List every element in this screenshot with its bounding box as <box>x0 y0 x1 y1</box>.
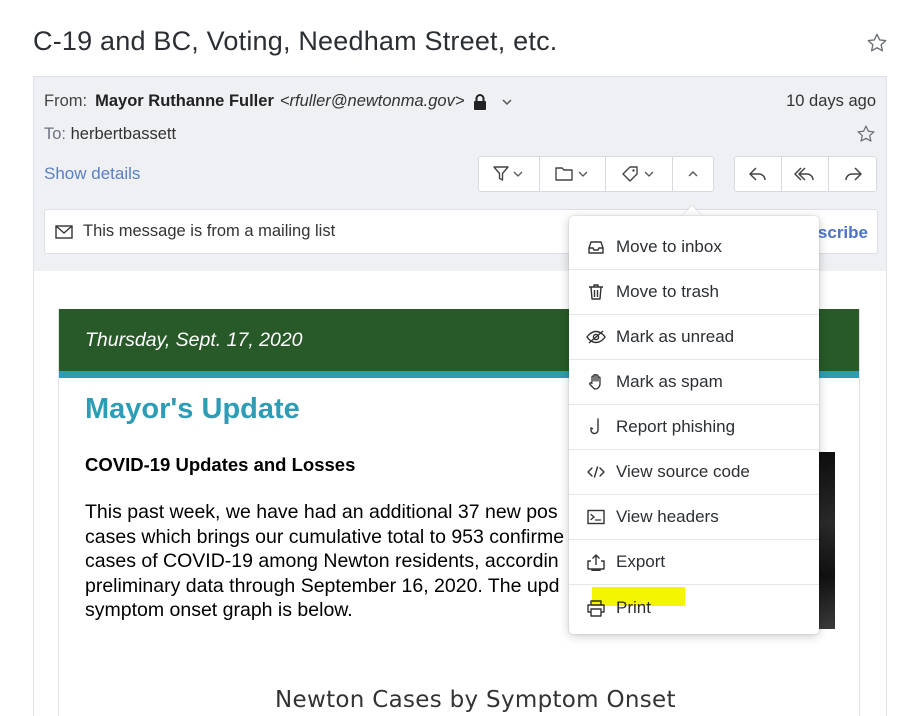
more-actions-button[interactable] <box>673 157 713 191</box>
menu-item-label: Move to inbox <box>616 237 722 256</box>
star-icon[interactable] <box>866 32 888 54</box>
paragraph-line: preliminary data through September 16, 2… <box>85 574 560 597</box>
recipient[interactable]: herbertbassett <box>71 125 176 143</box>
export-icon <box>586 552 606 572</box>
menu-item-mark-as-unread[interactable]: Mark as unread <box>569 315 819 360</box>
message-date: 10 days ago <box>786 92 876 110</box>
menu-item-label: View headers <box>616 507 719 526</box>
eye-slash-icon <box>586 327 606 347</box>
banner-date: Thursday, Sept. 17, 2020 <box>85 329 303 351</box>
to-row: To: herbertbassett <box>44 125 176 144</box>
menu-item-label: Mark as unread <box>616 327 735 346</box>
from-row: From: Mayor Ruthanne Fuller <rfuller@new… <box>44 92 514 111</box>
tag-icon <box>622 166 654 182</box>
from-label: From: <box>44 92 88 110</box>
hook-icon <box>586 417 606 437</box>
filter-button[interactable] <box>479 157 541 191</box>
move-to-folder-button[interactable] <box>540 157 606 191</box>
chevron-down-icon[interactable] <box>500 95 514 109</box>
inbox-icon <box>586 237 606 257</box>
envelope-icon <box>55 224 73 239</box>
menu-item-label: Export <box>616 552 666 571</box>
body-paragraph: This past week, we have had an additiona… <box>85 500 575 623</box>
newsletter-title: Mayor's Update <box>85 393 300 425</box>
show-details-link[interactable]: Show details <box>44 164 140 184</box>
unsubscribe-link[interactable]: scribe <box>818 223 868 243</box>
terminal-icon <box>586 507 606 527</box>
to-label: To: <box>44 125 67 143</box>
sender-name[interactable]: Mayor Ruthanne Fuller <box>95 92 274 111</box>
reply-all-button[interactable] <box>782 157 829 191</box>
tag-button[interactable] <box>606 157 674 191</box>
forward-icon <box>844 167 862 181</box>
paragraph-line: symptom onset graph is below. <box>85 599 353 621</box>
menu-item-mark-as-spam[interactable]: Mark as spam <box>569 360 819 405</box>
menu-item-label: View source code <box>616 462 750 481</box>
newsletter-image <box>819 452 835 629</box>
more-actions-menu: Move to inbox Move to trash Mark as unre… <box>569 216 819 634</box>
section-heading: COVID-19 Updates and Losses <box>85 454 356 475</box>
code-icon <box>586 462 606 482</box>
mailing-list-message: This message is from a mailing list <box>83 222 336 240</box>
trash-icon <box>586 282 606 302</box>
graph-title: Newton Cases by Symptom Onset <box>275 687 676 713</box>
sender-address[interactable]: <rfuller@newtonma.gov> <box>280 92 465 111</box>
menu-item-move-to-inbox[interactable]: Move to inbox <box>569 225 819 270</box>
menu-item-view-source-code[interactable]: View source code <box>569 450 819 495</box>
print-highlight-mark <box>592 587 685 606</box>
folder-icon <box>554 167 588 181</box>
paragraph-line: This past week, we have had an additiona… <box>85 501 558 523</box>
menu-item-label: Move to trash <box>616 282 719 301</box>
lock-icon <box>474 93 487 110</box>
menu-item-label: Mark as spam <box>616 372 723 391</box>
reply-icon <box>749 167 766 181</box>
paragraph-line: cases which brings our cumulative total … <box>85 525 565 548</box>
menu-item-move-to-trash[interactable]: Move to trash <box>569 270 819 315</box>
filter-icon <box>493 166 523 181</box>
message-actions-group <box>478 156 714 192</box>
paragraph-line: cases of COVID-19 among Newton residents… <box>85 550 559 572</box>
email-subject: C-19 and BC, Voting, Needham Street, etc… <box>33 26 558 56</box>
reply-button[interactable] <box>735 157 782 191</box>
star-icon[interactable] <box>856 124 876 144</box>
hand-stop-icon <box>586 372 606 392</box>
forward-button[interactable] <box>829 157 876 191</box>
menu-item-label: Report phishing <box>616 417 736 436</box>
reply-all-icon <box>794 167 814 181</box>
menu-item-export[interactable]: Export <box>569 540 819 585</box>
menu-item-view-headers[interactable]: View headers <box>569 495 819 540</box>
chevron-up-icon <box>688 171 698 177</box>
reply-actions-group <box>734 156 877 192</box>
menu-item-report-phishing[interactable]: Report phishing <box>569 405 819 450</box>
